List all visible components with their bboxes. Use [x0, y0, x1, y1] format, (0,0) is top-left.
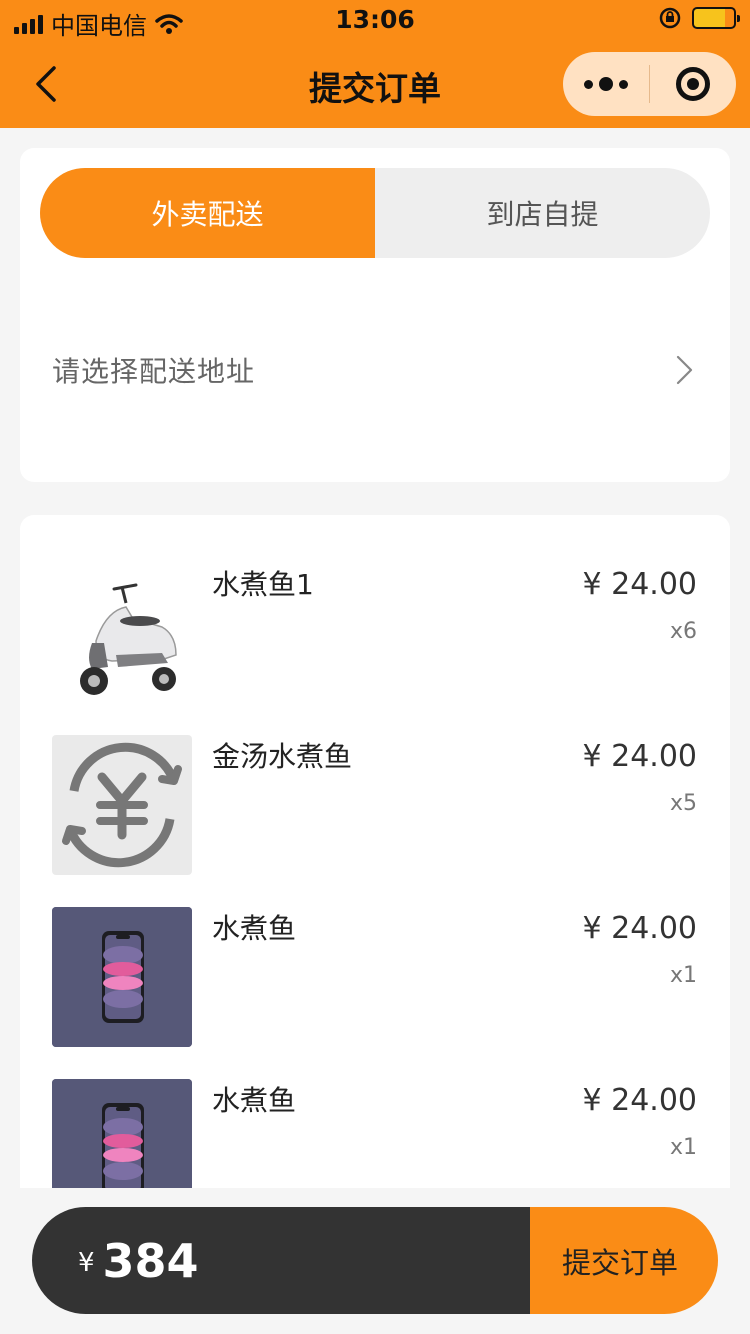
list-item[interactable]: 金汤水煮鱼 ¥ 24.00 x5 — [20, 735, 730, 885]
yuan-placeholder-image — [52, 735, 192, 875]
submit-order-button[interactable]: 提交订单 — [530, 1207, 718, 1314]
delivery-mode-tabs: 外卖配送 到店自提 — [40, 168, 710, 258]
phone-image — [52, 1079, 192, 1188]
address-selector[interactable]: 请选择配送地址 — [52, 330, 698, 410]
item-name: 水煮鱼1 — [212, 568, 314, 601]
item-quantity: x5 — [669, 791, 697, 816]
scooter-image — [52, 563, 192, 703]
item-name: 水煮鱼 — [212, 912, 297, 945]
target-circle-icon[interactable] — [650, 52, 736, 116]
status-bar: 中国电信 13:06 — [0, 0, 750, 40]
item-quantity: x1 — [669, 1135, 697, 1160]
more-dots-icon[interactable] — [563, 52, 649, 116]
total-amount: 384 — [102, 1233, 199, 1288]
mini-program-capsule — [563, 52, 736, 116]
order-total: ¥ 384 — [32, 1207, 530, 1314]
item-name: 水煮鱼 — [212, 1084, 297, 1117]
battery-charging-icon — [692, 7, 740, 29]
status-time: 13:06 — [335, 5, 415, 34]
item-quantity: x6 — [669, 619, 697, 644]
list-item[interactable]: 水煮鱼1 ¥ 24.00 x6 — [20, 563, 730, 713]
orientation-lock-icon — [659, 7, 681, 29]
status-right — [658, 6, 740, 30]
item-name: 金汤水煮鱼 — [212, 740, 353, 773]
tab-delivery[interactable]: 外卖配送 — [40, 168, 375, 258]
address-placeholder: 请选择配送地址 — [52, 355, 256, 388]
list-item[interactable]: 水煮鱼 ¥ 24.00 x1 — [20, 907, 730, 1057]
order-items-card: 水煮鱼1 ¥ 24.00 x6 金汤水煮鱼 ¥ 24.00 x5 水煮鱼 ¥ 2… — [20, 515, 730, 1188]
checkout-bar: ¥ 384 提交订单 — [32, 1207, 718, 1314]
item-price: ¥ 24.00 — [582, 1083, 697, 1118]
item-quantity: x1 — [669, 963, 697, 988]
currency-symbol: ¥ — [78, 1247, 95, 1278]
phone-image — [52, 907, 192, 1047]
delivery-card: 外卖配送 到店自提 请选择配送地址 — [20, 148, 730, 482]
nav-bar: 提交订单 — [0, 40, 750, 128]
tab-pickup[interactable]: 到店自提 — [375, 168, 710, 258]
list-item[interactable]: 水煮鱼 ¥ 24.00 x1 — [20, 1079, 730, 1188]
item-price: ¥ 24.00 — [582, 911, 697, 946]
item-price: ¥ 24.00 — [582, 739, 697, 774]
item-price: ¥ 24.00 — [582, 567, 697, 602]
chevron-right-icon — [676, 355, 693, 385]
